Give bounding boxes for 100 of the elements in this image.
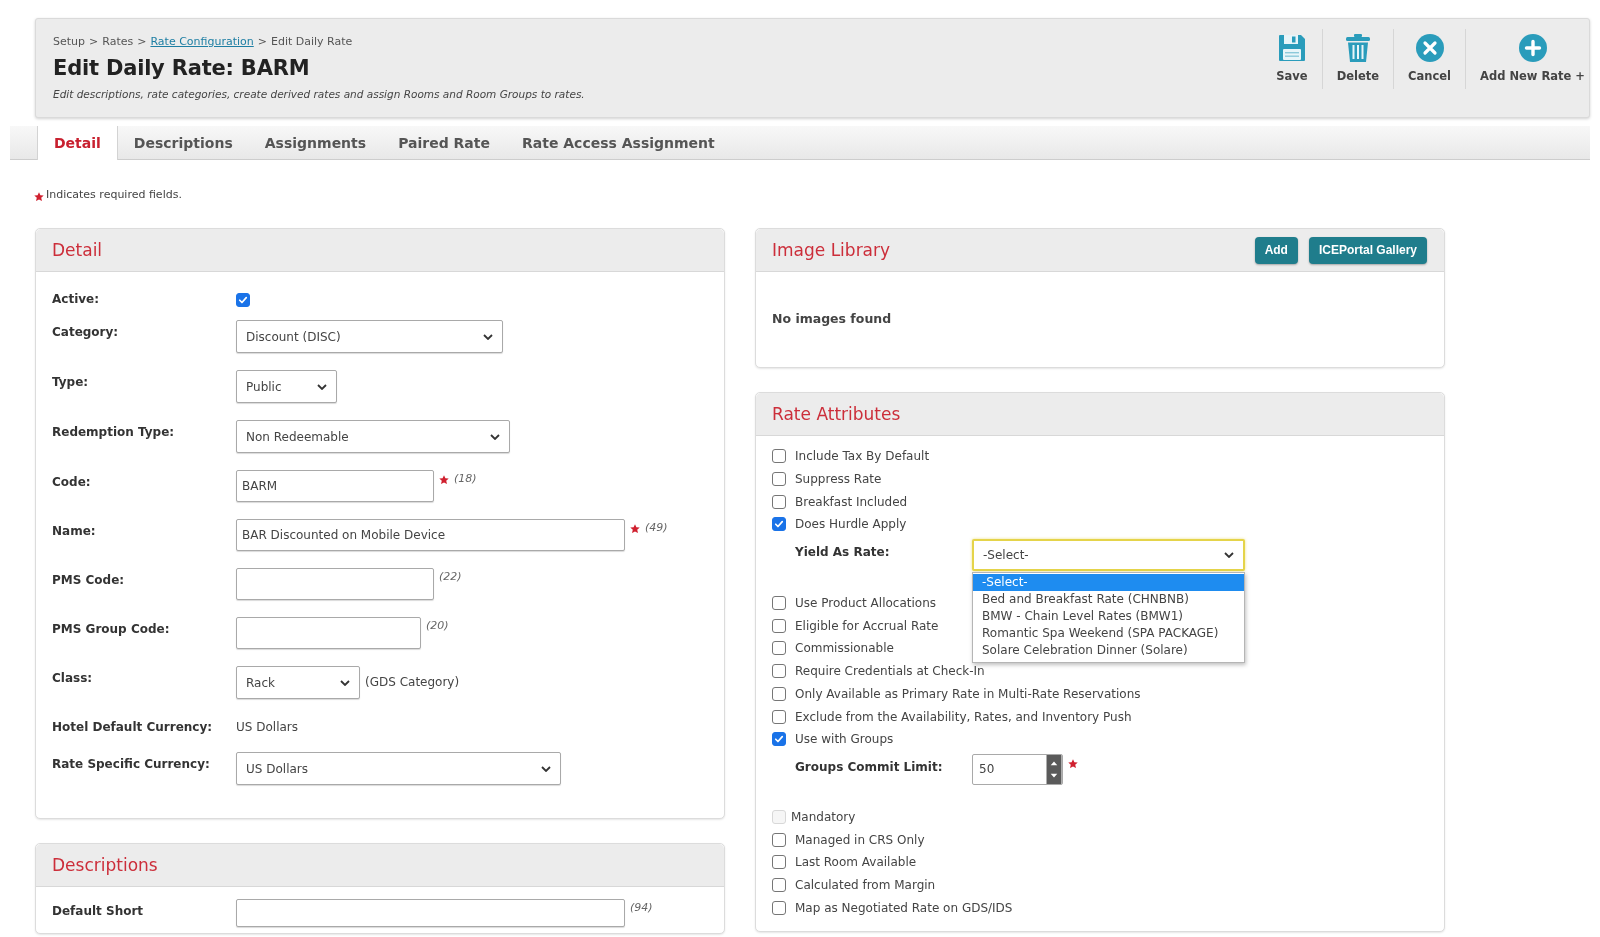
char-count: (94): [630, 900, 653, 916]
breadcrumb-item: Rates: [102, 34, 134, 50]
panel-button[interactable]: Add: [1254, 236, 1298, 264]
dropdown[interactable]: Discount (DISC): [236, 320, 503, 353]
breadcrumb-item: Edit Daily Rate: [271, 34, 353, 50]
field-label: Default Short: [52, 903, 145, 920]
field-value: US Dollars: [236, 719, 298, 736]
dropdown-option[interactable]: Bed and Breakfast Rate (CHNBNB): [973, 590, 1244, 608]
field-label: Rate Specific Currency:: [52, 756, 211, 773]
close-icon: [1414, 33, 1445, 63]
field-label: Type:: [52, 374, 90, 391]
field-label: PMS Code:: [52, 572, 126, 589]
delete-button[interactable]: Delete: [1322, 33, 1394, 83]
empty-message: No images found: [772, 311, 892, 326]
checkbox-label: Calculated from Margin: [795, 877, 936, 892]
tab[interactable]: Descriptions: [117, 126, 249, 160]
checkbox-label: Last Room Available: [795, 855, 917, 870]
text-input[interactable]: BAR Discounted on Mobile Device: [236, 519, 625, 551]
field-label: Code:: [52, 474, 92, 491]
chevron-down-icon: [317, 383, 327, 390]
number-input[interactable]: 50: [972, 753, 1063, 785]
text-input[interactable]: [236, 899, 625, 927]
chevron-down-icon: [340, 679, 350, 686]
checkbox-label: Eligible for Accrual Rate: [795, 618, 939, 633]
add-new-rate-button[interactable]: Add New Rate +: [1466, 33, 1587, 83]
up-down-arrows-icon[interactable]: [1046, 754, 1062, 784]
breadcrumb-separator: >: [137, 34, 147, 50]
checkbox[interactable]: [772, 686, 786, 701]
panel-title: Rate Attributes: [772, 403, 901, 425]
char-count: (18): [454, 471, 477, 487]
field-label: Category:: [52, 324, 120, 341]
checkbox-label: Map as Negotiated Rate on GDS/IDS: [795, 900, 1013, 915]
field-label: Class:: [52, 670, 94, 687]
checkbox-label: Require Credentials at Check-In: [795, 664, 985, 679]
checkbox[interactable]: [772, 472, 786, 487]
checkbox[interactable]: [772, 877, 786, 892]
dropdown[interactable]: US Dollars: [236, 752, 561, 785]
page-subtitle: Edit descriptions, rate categories, create derived rates and assign Rooms and Room Groups to rates.: [53, 87, 585, 101]
checkbox[interactable]: [772, 449, 786, 464]
text-input[interactable]: BARM: [236, 470, 434, 502]
page-title: Edit Daily Rate: BARM: [53, 55, 311, 82]
checkbox-label: Only Available as Primary Rate in Multi-Rate Reservations: [795, 686, 1141, 701]
field-label: Active:: [52, 291, 100, 308]
save-button[interactable]: Save: [1262, 33, 1322, 83]
chevron-down-icon: [1224, 551, 1234, 558]
field-label: PMS Group Code:: [52, 621, 171, 638]
checkbox-label: Use with Groups: [795, 732, 894, 747]
panel-title: Image Library: [772, 239, 891, 261]
text-input[interactable]: [236, 617, 421, 649]
checkbox-label: Use Product Allocations: [795, 596, 937, 611]
breadcrumb-item: Setup: [53, 34, 86, 50]
field-label: Redemption Type:: [52, 424, 176, 441]
field-label: Groups Commit Limit:: [795, 758, 944, 776]
checkbox-label: Breakfast Included: [795, 494, 908, 509]
dropdown-option[interactable]: BMW - Chain Level Rates (BMW1): [973, 607, 1244, 625]
checkbox-label: Include Tax By Default: [795, 449, 930, 464]
checkbox[interactable]: [772, 832, 786, 847]
tab[interactable]: Rate Access Assignment: [505, 126, 731, 160]
tab[interactable]: Paired Rate: [382, 126, 506, 160]
checkbox[interactable]: [772, 900, 786, 915]
checkbox[interactable]: [772, 517, 786, 532]
required-star-icon: [34, 191, 44, 202]
char-count: (49): [645, 520, 668, 536]
panel-button[interactable]: ICEPortal Gallery: [1308, 236, 1427, 264]
dropdown[interactable]: -Select-: [972, 538, 1245, 571]
text-input[interactable]: [236, 568, 434, 600]
tab[interactable]: Assignments: [248, 126, 383, 160]
chevron-down-icon: [483, 333, 493, 340]
plus-circle-icon: [1517, 33, 1548, 63]
tab[interactable]: Detail: [37, 126, 118, 160]
checkbox[interactable]: [772, 732, 786, 747]
dropdown[interactable]: Public: [236, 370, 337, 403]
checkbox-label: Managed in CRS Only: [795, 832, 925, 847]
breadcrumb-link[interactable]: Rate Configuration: [150, 34, 254, 50]
chevron-down-icon: [490, 433, 500, 440]
checkbox[interactable]: [772, 709, 786, 724]
checkbox[interactable]: [236, 293, 250, 307]
dropdown[interactable]: Rack: [236, 666, 360, 699]
checkbox[interactable]: [772, 596, 786, 611]
checkbox-label: Does Hurdle Apply: [795, 517, 907, 532]
field-label: Yield As Rate:: [795, 543, 891, 561]
dropdown-option[interactable]: Solare Celebration Dinner (Solare): [973, 641, 1244, 659]
checkbox-label: Commissionable: [795, 641, 894, 656]
breadcrumb-separator: >: [89, 34, 99, 50]
field-label: Name:: [52, 523, 97, 540]
checkbox[interactable]: [772, 494, 786, 509]
panel-title: Detail: [52, 239, 103, 261]
checkbox-label: Exclude from the Availability, Rates, and Inventory Push: [795, 709, 1132, 724]
field-note: (GDS Category): [365, 674, 460, 691]
cancel-button[interactable]: Cancel: [1394, 33, 1465, 83]
dropdown[interactable]: Non Redeemable: [236, 420, 510, 453]
checkbox[interactable]: [772, 641, 786, 656]
breadcrumb-separator: >: [257, 34, 267, 50]
panel-title: Descriptions: [52, 854, 158, 876]
dropdown-option[interactable]: Romantic Spa Weekend (SPA PACKAGE): [973, 624, 1244, 642]
checkbox[interactable]: [772, 618, 786, 633]
checkbox[interactable]: [772, 855, 786, 870]
checkbox[interactable]: [772, 664, 786, 679]
chevron-down-icon: [541, 765, 551, 772]
required-note: Indicates required fields.: [46, 187, 182, 201]
